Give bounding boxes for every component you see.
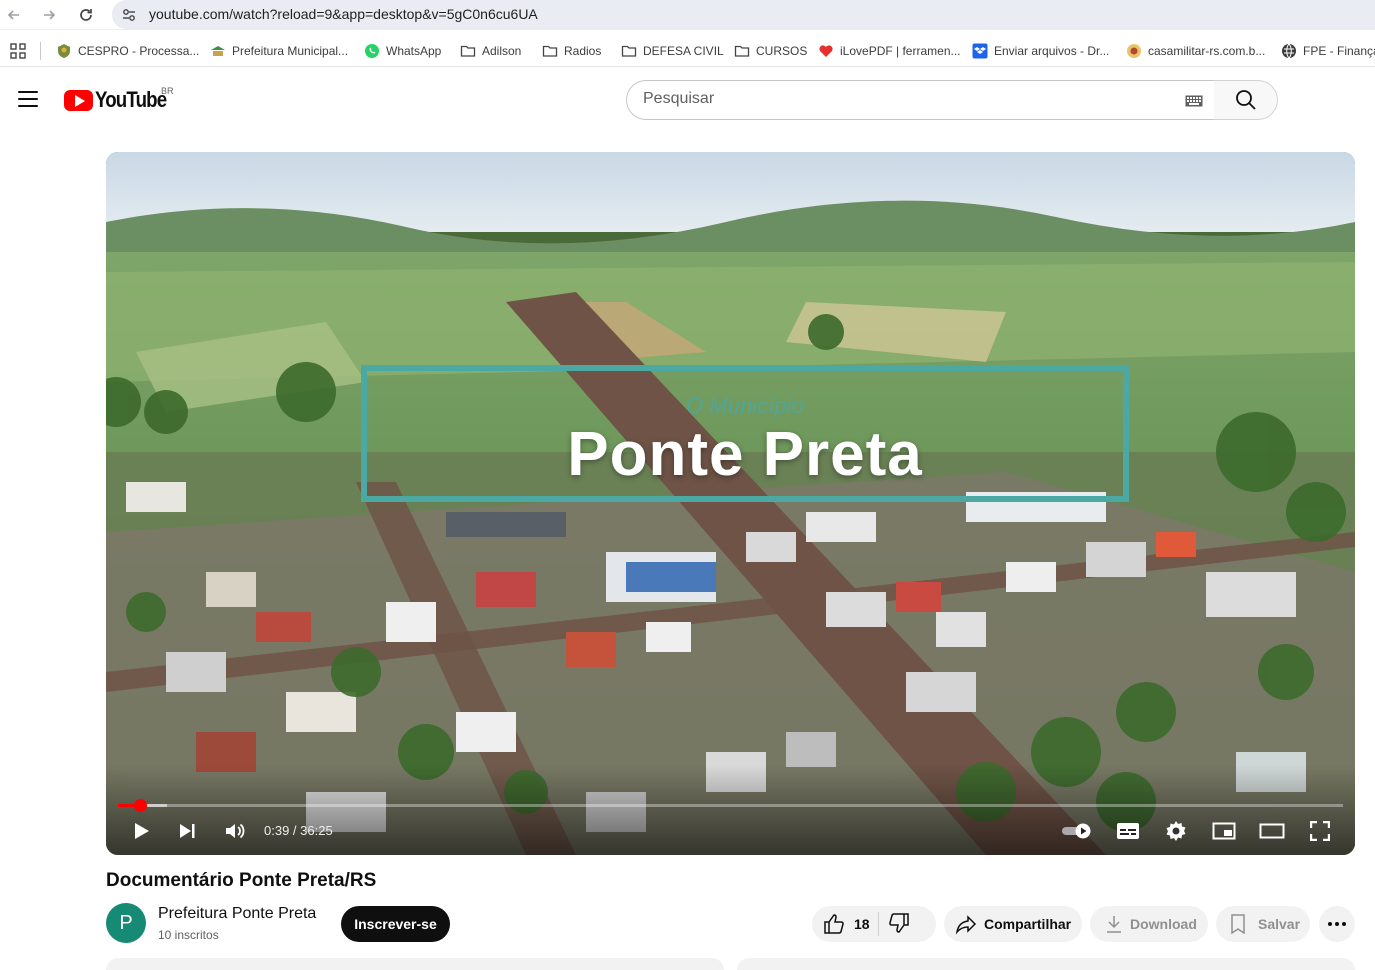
download-icon [1102, 912, 1126, 936]
overlay-title: Ponte Preta [567, 420, 923, 489]
share-button[interactable]: Compartilhar [944, 906, 1082, 942]
channel-avatar[interactable]: P [106, 903, 146, 943]
subscribe-button[interactable]: Inscrever-se [341, 906, 450, 942]
channel-name[interactable]: Prefeitura Ponte Preta [158, 905, 316, 923]
next-button[interactable] [174, 818, 200, 844]
video-player[interactable]: O Município Ponte Preta 0:39 / 36:25 [106, 152, 1355, 855]
search-placeholder: Pesquisar [643, 90, 715, 107]
like-button[interactable]: 18 [822, 912, 870, 936]
reload-icon[interactable] [75, 4, 97, 26]
like-count: 18 [854, 916, 870, 932]
whatsapp-icon [364, 43, 380, 59]
skip-next-icon [180, 824, 195, 838]
theater-mode-icon [1259, 823, 1285, 839]
youtube-wordmark: YouTube [95, 87, 167, 112]
like-dislike-group: 18 [812, 906, 936, 942]
keyboard-icon[interactable] [1185, 95, 1203, 107]
more-actions-button[interactable] [1319, 906, 1355, 942]
thumbs-down-icon [887, 911, 911, 935]
bookmark-icon [1226, 912, 1250, 936]
subscriber-count: 10 inscritos [158, 928, 219, 942]
play-button[interactable] [128, 818, 154, 844]
bookmarks-bar: CESPRO - Processa... Prefeitura Municipa… [0, 35, 1375, 67]
dropbox-icon [972, 43, 988, 59]
thumbs-up-icon [822, 912, 846, 936]
dislike-button[interactable] [887, 911, 911, 937]
hamburger-menu-icon[interactable] [18, 91, 38, 107]
fullscreen-icon [1310, 821, 1330, 841]
bookmarks-divider [40, 42, 41, 60]
url-text[interactable]: youtube.com/watch?reload=9&app=desktop&v… [149, 6, 538, 22]
apps-grid-icon[interactable] [10, 43, 26, 59]
theater-mode-button[interactable] [1259, 818, 1285, 844]
crest-icon [56, 43, 72, 59]
subtitles-icon [1117, 823, 1139, 839]
bookmark-cespro[interactable]: CESPRO - Processa... [56, 42, 199, 60]
more-horiz-icon [1328, 922, 1346, 926]
title-overlay-frame: O Município Ponte Preta [361, 365, 1129, 502]
volume-button[interactable] [222, 818, 248, 844]
back-icon[interactable] [3, 4, 25, 26]
folder-icon [542, 43, 558, 59]
share-label: Compartilhar [984, 916, 1072, 932]
time-display: 0:39 / 36:25 [264, 823, 333, 838]
folder-icon [734, 43, 750, 59]
globe-icon [1281, 43, 1297, 59]
miniplayer-icon [1212, 822, 1236, 840]
bookmark-whatsapp[interactable]: WhatsApp [364, 42, 441, 60]
save-label: Salvar [1258, 916, 1301, 932]
bookmark-ilovepdf[interactable]: iLovePDF | ferramen... [818, 42, 961, 60]
forward-icon[interactable] [38, 4, 60, 26]
browser-toolbar: youtube.com/watch?reload=9&app=desktop&v… [0, 0, 1375, 30]
gear-icon [1166, 821, 1186, 841]
bookmark-fpe[interactable]: FPE - Finanças [1281, 42, 1375, 60]
description-card[interactable] [106, 958, 724, 970]
like-divider [877, 912, 879, 936]
heart-icon [818, 43, 834, 59]
save-button[interactable]: Salvar [1216, 906, 1310, 942]
bookmark-dropbox[interactable]: Enviar arquivos - Dr... [972, 42, 1109, 60]
share-icon [954, 912, 978, 936]
folder-icon [621, 43, 637, 59]
country-code: BR [161, 86, 174, 96]
badge-icon [1126, 43, 1142, 59]
search-input[interactable]: Pesquisar [626, 80, 1215, 120]
bookmark-defesa-civil[interactable]: DEFESA CIVIL [621, 42, 724, 60]
search-icon [1235, 90, 1256, 110]
bookmark-prefeitura[interactable]: Prefeitura Municipal... [210, 42, 348, 60]
download-button[interactable]: Download [1090, 906, 1208, 942]
bookmark-casamilitar[interactable]: casamilitar-rs.com.b... [1126, 42, 1265, 60]
settings-button[interactable] [1163, 818, 1189, 844]
download-label: Download [1130, 916, 1197, 932]
bookmark-cursos[interactable]: CURSOS [734, 42, 807, 60]
autoplay-toggle-icon [1062, 823, 1091, 839]
video-title: Documentário Ponte Preta/RS [106, 870, 377, 891]
comments-card[interactable] [737, 958, 1355, 970]
folder-icon [460, 43, 476, 59]
miniplayer-button[interactable] [1211, 818, 1237, 844]
fullscreen-button[interactable] [1307, 818, 1333, 844]
overlay-subtitle: O Município [686, 393, 804, 418]
youtube-play-icon [64, 89, 93, 111]
bookmark-radios[interactable]: Radios [542, 42, 601, 60]
address-bar[interactable]: youtube.com/watch?reload=9&app=desktop&v… [112, 0, 1375, 29]
volume-icon [226, 823, 245, 839]
autoplay-toggle[interactable] [1061, 818, 1095, 844]
building-icon [210, 43, 226, 59]
search-button[interactable] [1214, 80, 1278, 120]
bookmark-adilson[interactable]: Adilson [460, 42, 521, 60]
subtitles-button[interactable] [1115, 818, 1141, 844]
progress-bar[interactable] [118, 799, 1343, 812]
site-settings-icon[interactable] [120, 6, 138, 24]
video-frame-aerial-town [106, 152, 1355, 855]
scrubber-handle[interactable] [134, 799, 148, 812]
play-icon [135, 823, 149, 839]
